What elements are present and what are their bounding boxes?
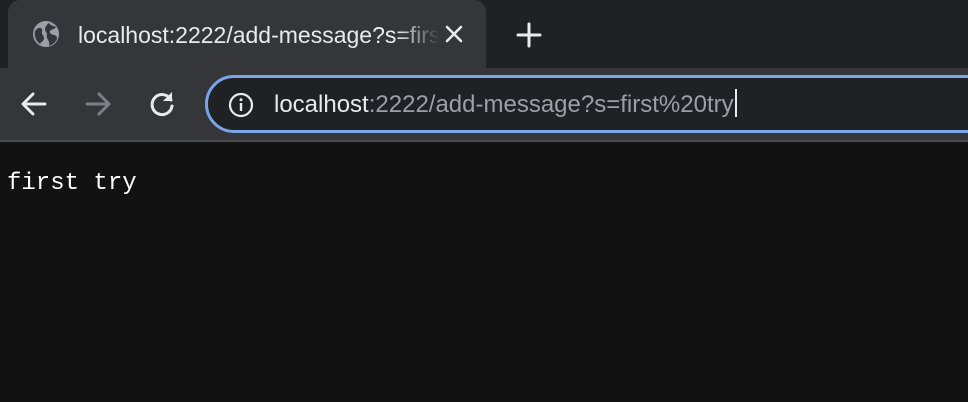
url-text[interactable]: localhost:2222/add-message?s=first%20try (274, 88, 737, 122)
globe-icon (33, 21, 59, 47)
plus-icon[interactable] (514, 20, 544, 50)
tab-strip: localhost:2222/add-message?s=first%20try (0, 0, 968, 68)
arrow-left-icon[interactable] (18, 88, 50, 120)
arrow-right-icon[interactable] (82, 88, 114, 120)
url-host: localhost (274, 91, 369, 118)
info-icon[interactable] (228, 92, 254, 118)
tab-title: localhost:2222/add-message?s=first%20try (78, 22, 440, 48)
text-caret (734, 89, 737, 117)
close-icon[interactable] (442, 22, 466, 46)
browser-window: localhost:2222/add-message?s=first%20try (0, 0, 968, 402)
page-content: first try (0, 142, 968, 402)
address-bar[interactable]: localhost:2222/add-message?s=first%20try (205, 75, 968, 133)
page-body-text: first try (7, 170, 137, 197)
reload-icon[interactable] (146, 88, 178, 120)
browser-toolbar: localhost:2222/add-message?s=first%20try (0, 68, 968, 140)
tab-active[interactable]: localhost:2222/add-message?s=first%20try (8, 0, 486, 68)
url-path: :2222/add-message?s=first%20try (368, 91, 734, 118)
